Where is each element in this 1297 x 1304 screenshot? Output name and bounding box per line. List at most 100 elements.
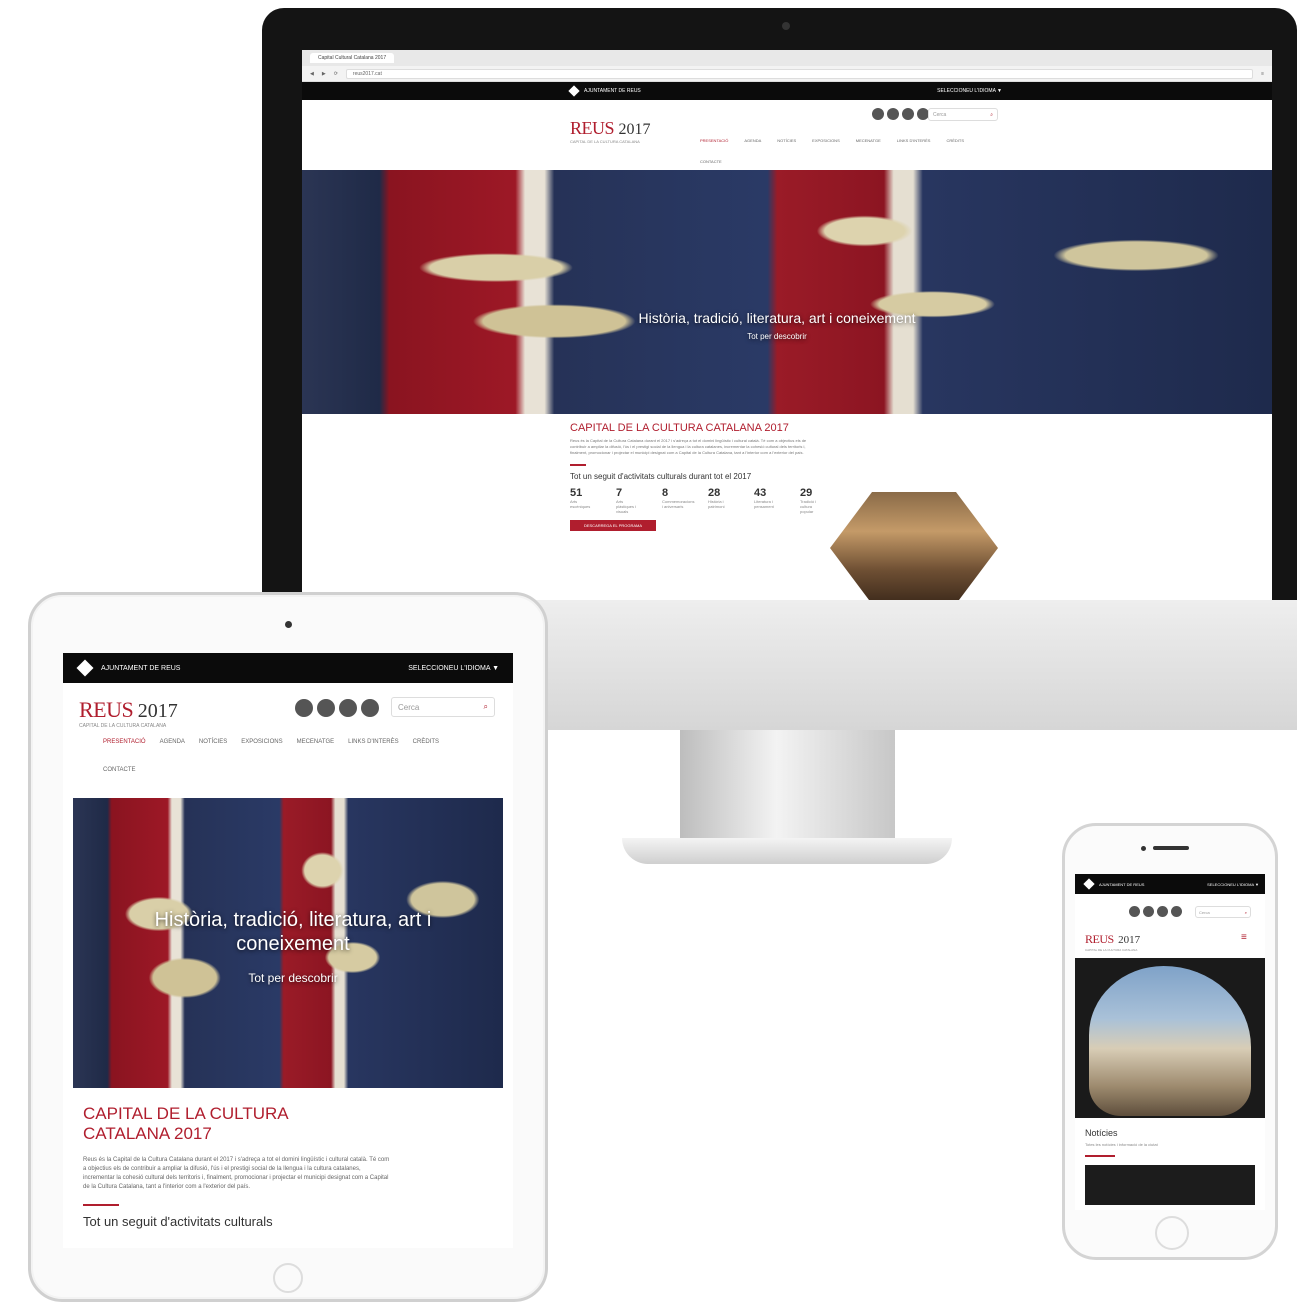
mobile-header: Cerca ⌕ REUS 2017 CAPITAL DE LA CULTURA … — [1075, 894, 1265, 958]
facebook-icon[interactable] — [295, 699, 313, 717]
site-logo[interactable]: REUS 2017 CAPITAL DE LA CULTURA CATALANA — [79, 697, 178, 729]
download-program-button[interactable]: DESCARREGA EL PROGRAMA — [570, 520, 656, 531]
hamburger-icon[interactable]: ≡ — [1241, 932, 1247, 943]
nav-item-links[interactable]: LINKS D'INTERÈS — [897, 138, 931, 143]
imac-stand — [680, 730, 895, 840]
nav-item-presentacio[interactable]: PRESENTACIÓ — [103, 739, 146, 745]
ipad-camera — [285, 621, 292, 628]
activities-title: Tot un seguit d'activitats culturals dur… — [570, 472, 752, 481]
hero-banner: Història, tradició, literatura, art i co… — [302, 170, 1272, 414]
nav-item-contacte[interactable]: CONTACTE — [103, 767, 136, 773]
iphone-home-button — [1155, 1216, 1189, 1250]
desktop-screen: Capital Cultural Catalana 2017 ◀ ▶ ⟳ reu… — [302, 50, 1272, 606]
institution-name[interactable]: AJUNTAMENT DE REUS — [1099, 882, 1144, 887]
imac-stand-base — [622, 838, 952, 864]
twitter-icon[interactable] — [317, 699, 335, 717]
iphone-camera — [1141, 846, 1146, 851]
browser-menu-icon[interactable]: ≡ — [1261, 71, 1264, 77]
instagram-icon[interactable] — [902, 108, 914, 120]
twitter-icon[interactable] — [1143, 906, 1154, 917]
stat-item: 28 Història i patrimoni — [708, 487, 725, 509]
institution-name[interactable]: AJUNTAMENT DE REUS — [101, 665, 180, 672]
section-title: CAPITAL DE LA CULTURA CATALANA 2017 — [83, 1104, 288, 1143]
ipad-frame: AJUNTAMENT DE REUS SELECCIONEU L'IDIOMA … — [28, 592, 548, 1302]
instagram-icon[interactable] — [339, 699, 357, 717]
address-bar[interactable]: reus2017.cat — [345, 68, 1254, 79]
tablet-top-bar: AJUNTAMENT DE REUS SELECCIONEU L'IDIOMA … — [63, 653, 513, 683]
reload-icon[interactable]: ⟳ — [334, 71, 338, 77]
nav-item-mecenatge[interactable]: MECENATGE — [856, 138, 881, 143]
nav-item-noticies[interactable]: NOTÍCIES — [777, 138, 796, 143]
caret-down-icon: ▼ — [1255, 881, 1259, 887]
ajuntament-logo-icon — [568, 85, 580, 97]
twitter-icon[interactable] — [887, 108, 899, 120]
browser-tab[interactable]: Capital Cultural Catalana 2017 — [310, 53, 395, 63]
news-card[interactable] — [1085, 1165, 1255, 1205]
instagram-icon[interactable] — [1157, 906, 1168, 917]
nav-item-contacte[interactable]: CONTACTE — [700, 159, 722, 164]
mobile-hero-image — [1075, 958, 1265, 1118]
browser-toolbar: ◀ ▶ ⟳ reus2017.cat ≡ — [302, 66, 1272, 82]
desktop-top-bar: AJUNTAMENT DE REUS SELECCIONEU L'IDIOMA … — [302, 82, 1272, 100]
caret-down-icon: ▼ — [997, 88, 1002, 94]
nav-item-exposicions[interactable]: EXPOSICIONS — [812, 138, 840, 143]
imac-frame: Capital Cultural Catalana 2017 ◀ ▶ ⟳ reu… — [262, 8, 1297, 648]
stat-item: 29 Tradició i cultura popular — [800, 487, 817, 514]
search-icon[interactable]: ⌕ — [1245, 910, 1247, 915]
language-selector[interactable]: SELECCIONEU L'IDIOMA ▼ — [1207, 882, 1259, 887]
stat-item: 8 Commemoracions i aniversaris — [662, 487, 695, 509]
facebook-icon[interactable] — [1129, 906, 1140, 917]
stat-item: 7 Arts plàstiques i visuals — [616, 487, 637, 514]
stat-item: 43 Literatura i pensament — [754, 487, 774, 509]
nav-item-presentacio[interactable]: PRESENTACIÓ — [700, 138, 728, 143]
caret-down-icon: ▼ — [492, 664, 499, 672]
back-icon[interactable]: ◀ — [310, 71, 314, 77]
nav-item-credits[interactable]: CRÈDITS — [413, 739, 439, 745]
forward-icon[interactable]: ▶ — [322, 71, 326, 77]
device-mockup-stage: Capital Cultural Catalana 2017 ◀ ▶ ⟳ reu… — [0, 0, 1297, 1304]
youtube-icon[interactable] — [1171, 906, 1182, 917]
iphone-frame: AJUNTAMENT DE REUS SELECCIONEU L'IDIOMA … — [1062, 823, 1278, 1260]
search-icon[interactable]: ⌕ — [484, 702, 488, 712]
news-note: Totes les notícies i informació de la ci… — [1085, 1142, 1158, 1147]
activities-title: Tot un seguit d'activitats culturals — [83, 1214, 273, 1229]
nav-item-noticies[interactable]: NOTÍCIES — [199, 739, 227, 745]
desktop-header: REUS 2017 CAPITAL DE LA CULTURA CATALANA… — [302, 100, 1272, 170]
nav-item-exposicions[interactable]: EXPOSICIONS — [241, 739, 282, 745]
nav-item-links[interactable]: LINKS D'INTERÈS — [348, 739, 399, 745]
mobile-screen: AJUNTAMENT DE REUS SELECCIONEU L'IDIOMA … — [1075, 874, 1265, 1210]
ajuntament-logo-icon — [76, 659, 94, 677]
site-logo[interactable]: REUS 2017 CAPITAL DE LA CULTURA CATALANA — [1085, 930, 1140, 952]
search-input[interactable]: Cerca ⌕ — [391, 697, 495, 717]
nav-item-credits[interactable]: CRÈDITS — [946, 138, 964, 143]
search-input[interactable]: Cerca ⌕ — [928, 108, 998, 121]
facebook-icon[interactable] — [872, 108, 884, 120]
social-links — [1129, 906, 1182, 917]
iphone-speaker — [1153, 846, 1189, 850]
tablet-header: REUS 2017 CAPITAL DE LA CULTURA CATALANA… — [63, 683, 513, 798]
hero-caption: Història, tradició, literatura, art i co… — [602, 310, 952, 341]
nav-item-mecenatge[interactable]: MECENATGE — [297, 739, 335, 745]
hero-cta-link[interactable]: Tot per descobrir — [602, 332, 952, 341]
stat-item: 51 Arts escèniques — [570, 487, 591, 509]
nav-item-agenda[interactable]: AGENDA — [160, 739, 185, 745]
nav-item-agenda[interactable]: AGENDA — [744, 138, 761, 143]
red-divider — [1085, 1155, 1115, 1157]
ipad-home-button — [273, 1263, 303, 1293]
desktop-content: CAPITAL DE LA CULTURA CATALANA 2017 Reus… — [302, 422, 1272, 604]
news-title[interactable]: Notícies — [1085, 1128, 1255, 1138]
social-links — [295, 699, 379, 717]
main-nav: PRESENTACIÓ AGENDA NOTÍCIES EXPOSICIONS … — [700, 138, 990, 164]
language-selector[interactable]: SELECCIONEU L'IDIOMA ▼ — [408, 665, 499, 672]
browser-tab-strip: Capital Cultural Catalana 2017 — [302, 50, 1272, 66]
hero-cta-link[interactable]: Tot per descobrir — [143, 966, 443, 990]
search-input[interactable]: Cerca ⌕ — [1195, 906, 1251, 918]
youtube-icon[interactable] — [361, 699, 379, 717]
search-icon[interactable]: ⌕ — [990, 112, 993, 118]
language-selector[interactable]: SELECCIONEU L'IDIOMA ▼ — [937, 88, 1002, 94]
site-logo[interactable]: REUS 2017 CAPITAL DE LA CULTURA CATALANA — [570, 118, 650, 144]
institution-name[interactable]: AJUNTAMENT DE REUS — [584, 88, 641, 94]
social-links — [872, 108, 929, 120]
red-divider — [570, 464, 586, 466]
tablet-screen: AJUNTAMENT DE REUS SELECCIONEU L'IDIOMA … — [63, 653, 513, 1248]
